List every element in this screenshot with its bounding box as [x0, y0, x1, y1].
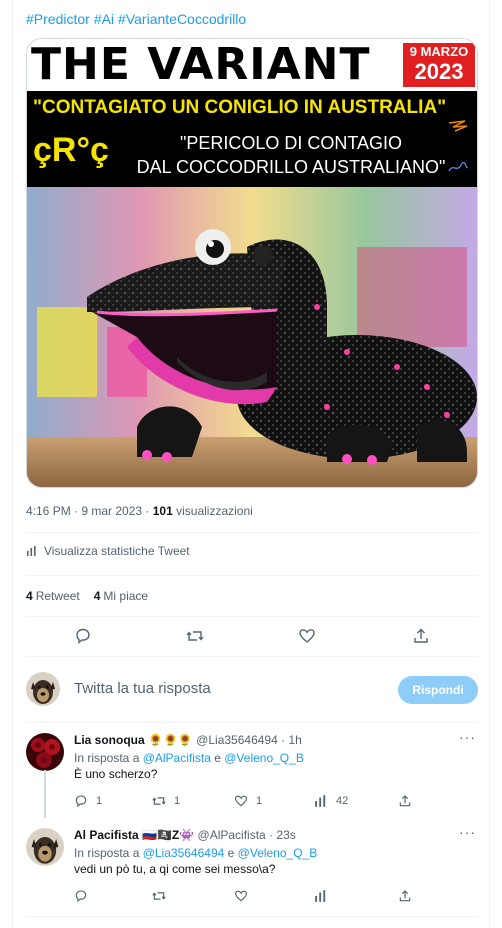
views-action[interactable] — [314, 889, 336, 903]
hashtag-predictor[interactable]: #Predictor — [26, 11, 90, 27]
banner-headline-1: "CONTAGIATO UN CONIGLIO IN AUSTRALIA" — [33, 97, 447, 118]
dog-avatar-image — [26, 828, 64, 866]
views-icon — [315, 890, 326, 902]
reply-tweet[interactable]: Al Pacifista 🇷🇺🏴‍☠️Z👾 @AlPacifista · 23s… — [26, 824, 478, 908]
retweet-action[interactable] — [152, 889, 174, 903]
reply-header: Lia sonoqua 🌻🌻🌻 @Lia35646494 · 1h — [74, 733, 302, 747]
author-handle[interactable]: @AlPacifista · 23s — [198, 828, 296, 842]
retweet-icon[interactable] — [186, 627, 204, 645]
author-name[interactable]: Al Pacifista 🇷🇺🏴‍☠️Z👾 — [74, 828, 194, 842]
like-action[interactable] — [234, 889, 256, 903]
divider — [26, 575, 478, 576]
scribble-decoration — [448, 120, 468, 132]
thread-line — [44, 770, 46, 818]
reply-tweet[interactable]: Lia sonoqua 🌻🌻🌻 @Lia35646494 · 1h ··· In… — [26, 729, 478, 813]
retweet-icon — [152, 797, 166, 805]
retweet-action[interactable]: 1 — [152, 794, 180, 808]
hashtag-variante[interactable]: #VarianteCoccodrillo — [118, 11, 246, 27]
share-icon — [399, 795, 411, 807]
reply-action[interactable]: 1 — [74, 794, 102, 808]
replying-to: In risposta a @Lia35646494 e @Veleno_Q_B — [74, 846, 318, 860]
avatar[interactable] — [26, 828, 64, 866]
share-icon[interactable] — [412, 627, 430, 645]
more-icon[interactable]: ··· — [459, 729, 476, 745]
compose-reply: Twitta la tua risposta Rispondi — [26, 666, 478, 712]
reply-action[interactable] — [74, 889, 96, 903]
divider — [26, 532, 478, 533]
banner-date: 9 MARZO 2023 — [403, 43, 475, 87]
roses-avatar-image — [26, 733, 64, 771]
divider — [26, 656, 478, 657]
author-name[interactable]: Lia sonoqua 🌻🌻🌻 — [74, 733, 193, 747]
like-icon — [234, 890, 248, 902]
reply-input[interactable]: Twitta la tua risposta — [74, 680, 211, 697]
like-icon — [234, 795, 248, 807]
retweet-icon — [152, 892, 166, 900]
mention-link[interactable]: @AlPacifista — [143, 751, 211, 765]
reply-button[interactable]: Rispondi — [398, 676, 478, 704]
divider — [26, 616, 478, 617]
mention-link[interactable]: @Veleno_Q_B — [224, 751, 304, 765]
reply-icon — [75, 890, 87, 903]
tweet-actions — [26, 625, 478, 647]
likes-count[interactable]: 4 Mi piace — [94, 589, 148, 603]
crocodile-illustration — [27, 187, 477, 487]
reply-icon — [75, 795, 87, 808]
stats-icon — [27, 546, 36, 556]
tweet-media[interactable]: THE VARIANT 9 MARZO 2023 "CONTAGIATO UN … — [26, 38, 478, 488]
avatar[interactable] — [26, 672, 60, 706]
avatar[interactable] — [26, 733, 64, 771]
signature-decoration — [448, 161, 468, 172]
reply-header: Al Pacifista 🇷🇺🏴‍☠️Z👾 @AlPacifista · 23s — [74, 828, 296, 842]
reply-icon[interactable] — [74, 627, 92, 645]
mention-link[interactable]: @Veleno_Q_B — [238, 846, 318, 860]
reply-text: vedi un pò tu, a qi come sei messo\a? — [74, 862, 276, 876]
share-action[interactable] — [398, 889, 412, 903]
reply-actions — [74, 889, 414, 907]
view-tweet-stats-link[interactable]: Visualizza statistiche Tweet — [26, 544, 190, 558]
author-handle[interactable]: @Lia35646494 · 1h — [196, 733, 302, 747]
like-icon[interactable] — [298, 627, 316, 645]
share-icon — [399, 890, 411, 902]
banner-logo: çR°ç — [33, 131, 109, 169]
views-icon — [315, 795, 326, 807]
reply-text: È uno scherzo? — [74, 767, 158, 781]
hashtags: #Predictor #Ai #VarianteCoccodrillo — [26, 11, 250, 27]
reply-actions: 1 1 1 42 — [74, 794, 414, 812]
hashtag-ai[interactable]: #Ai — [94, 11, 114, 27]
share-action[interactable] — [398, 794, 412, 808]
views-action[interactable]: 42 — [314, 794, 348, 808]
views-count: 101 — [152, 504, 173, 518]
more-icon[interactable]: ··· — [459, 824, 476, 840]
dog-avatar-image — [26, 672, 60, 706]
banner-headline-2: "PERICOLO DI CONTAGIO DAL COCCODRILLO AU… — [136, 133, 446, 177]
engagement-counts: 4 Retweet 4 Mi piace — [26, 589, 148, 603]
like-action[interactable]: 1 — [234, 794, 262, 808]
banner-title: THE VARIANT — [31, 39, 371, 90]
replying-to: In risposta a @AlPacifista e @Veleno_Q_B — [74, 751, 304, 765]
retweets-count[interactable]: 4 Retweet — [26, 589, 80, 603]
media-banner: THE VARIANT 9 MARZO 2023 "CONTAGIATO UN … — [27, 39, 477, 187]
tweet-timestamp[interactable]: 4:16 PM · 9 mar 2023 · 101 visualizzazio… — [26, 504, 253, 518]
divider — [26, 722, 478, 723]
divider — [26, 916, 478, 917]
mention-link[interactable]: @Lia35646494 — [143, 846, 225, 860]
